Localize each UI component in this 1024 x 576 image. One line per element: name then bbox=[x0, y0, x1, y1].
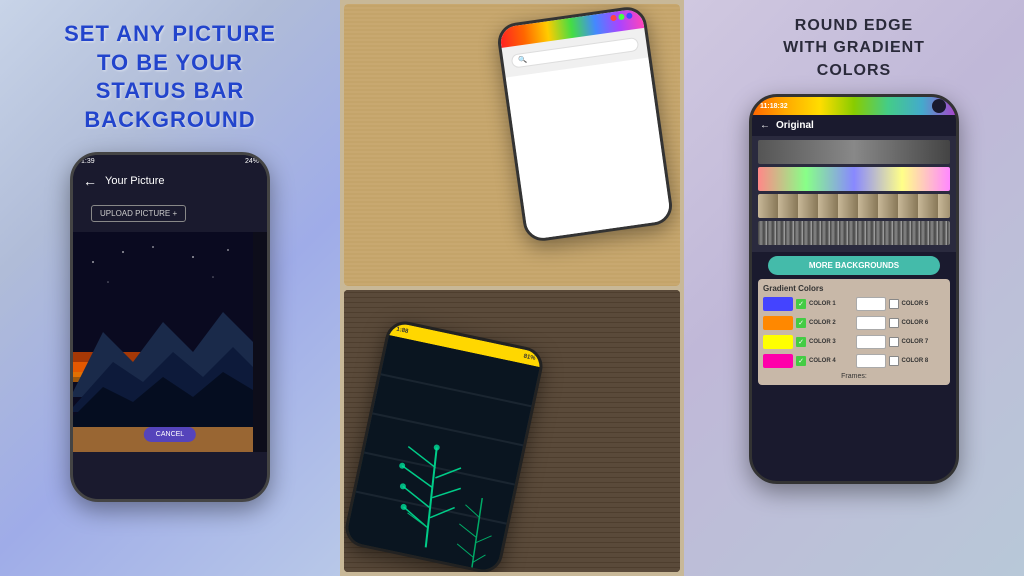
color-label-7: COLOR 7 bbox=[902, 339, 929, 345]
left-panel: SET ANY PICTURE TO BE YOUR STATUS BAR BA… bbox=[0, 0, 340, 576]
color-checkbox-3[interactable]: ✓ bbox=[796, 337, 806, 347]
color-row-3: ✓ COLOR 3 bbox=[763, 335, 853, 349]
middle-bottom-section: 1:88 81% bbox=[344, 290, 680, 572]
phone-header-right: ← Original bbox=[752, 115, 956, 136]
right-title-line2: WITH GRADIENT bbox=[783, 39, 925, 56]
color-checkbox-1[interactable]: ✓ bbox=[796, 299, 806, 309]
phone-camera-right bbox=[932, 99, 946, 113]
color-swatch-5 bbox=[856, 297, 886, 311]
color-checkbox-8[interactable] bbox=[889, 356, 899, 366]
color-swatch-6 bbox=[856, 316, 886, 330]
bg-option-3[interactable] bbox=[758, 194, 950, 218]
mountain-scene-svg bbox=[73, 232, 253, 452]
color-checkbox-7[interactable] bbox=[889, 337, 899, 347]
gradient-title: Gradient Colors bbox=[763, 284, 945, 293]
bg-options-container bbox=[752, 136, 956, 252]
middle-top-section: 🔍 bbox=[344, 4, 680, 286]
bg-option-2[interactable] bbox=[758, 167, 950, 191]
color-swatch-8 bbox=[856, 354, 886, 368]
color-label-4: COLOR 4 bbox=[809, 358, 836, 364]
phone-mock-middle-top: 🔍 bbox=[495, 5, 674, 244]
left-title-line2: TO BE YOUR bbox=[97, 50, 243, 75]
color-label-8: COLOR 8 bbox=[902, 358, 929, 364]
color-swatch-2 bbox=[763, 316, 793, 330]
left-title: SET ANY PICTURE TO BE YOUR STATUS BAR BA… bbox=[10, 20, 330, 134]
right-phone-mock: 11:18:32 ← Original MORE BACKGROUNDS Gra… bbox=[749, 94, 959, 484]
color-label-5: COLOR 5 bbox=[902, 301, 929, 307]
upload-picture-button[interactable]: UPLOAD PICTURE + bbox=[91, 205, 186, 222]
your-picture-label: Your Picture bbox=[105, 175, 165, 187]
color-row-4: ✓ COLOR 4 bbox=[763, 354, 853, 368]
upload-button-area[interactable]: UPLOAD PICTURE + bbox=[73, 195, 267, 232]
color-label-3: COLOR 3 bbox=[809, 339, 836, 345]
color-row-5: COLOR 5 bbox=[856, 297, 946, 311]
original-label: Original bbox=[776, 120, 814, 131]
color-swatch-1 bbox=[763, 297, 793, 311]
phone-time-left: 1:39 bbox=[81, 158, 95, 165]
right-title-line3: COLORS bbox=[817, 62, 891, 79]
color-row-8: COLOR 8 bbox=[856, 354, 946, 368]
right-panel: ROUND EDGE WITH GRADIENT COLORS 11:18:32… bbox=[684, 0, 1024, 576]
color-label-1: COLOR 1 bbox=[809, 301, 836, 307]
color-grid: ✓ COLOR 1 COLOR 5 ✓ COLOR 2 bbox=[763, 297, 945, 370]
back-arrow-left[interactable]: ← bbox=[83, 173, 97, 189]
back-arrow-right[interactable]: ← bbox=[760, 120, 770, 131]
cancel-button[interactable]: CANCEL bbox=[144, 427, 196, 442]
color-row-2: ✓ COLOR 2 bbox=[763, 316, 853, 330]
phone-header-left: ← Your Picture bbox=[73, 167, 267, 195]
color-swatch-7 bbox=[856, 335, 886, 349]
color-checkbox-6[interactable] bbox=[889, 318, 899, 328]
phone-battery-left: 24% bbox=[245, 158, 259, 165]
left-title-line1: SET ANY PICTURE bbox=[64, 21, 276, 46]
color-swatch-4 bbox=[763, 354, 793, 368]
more-backgrounds-button[interactable]: MORE BACKGROUNDS bbox=[768, 256, 940, 275]
color-label-6: COLOR 6 bbox=[902, 320, 929, 326]
color-checkbox-2[interactable]: ✓ bbox=[796, 318, 806, 328]
color-row-7: COLOR 7 bbox=[856, 335, 946, 349]
phone-time-right: 11:18:32 bbox=[760, 103, 788, 110]
right-title: ROUND EDGE WITH GRADIENT COLORS bbox=[783, 15, 925, 82]
color-label-2: COLOR 2 bbox=[809, 320, 836, 326]
bg-option-4[interactable] bbox=[758, 221, 950, 245]
gradient-section: Gradient Colors ✓ COLOR 1 COLOR 5 bbox=[758, 279, 950, 385]
middle-panel: 🔍 1:88 bbox=[340, 0, 684, 576]
color-row-6: COLOR 6 bbox=[856, 316, 946, 330]
right-title-line1: ROUND EDGE bbox=[795, 17, 913, 34]
color-checkbox-5[interactable] bbox=[889, 299, 899, 309]
more-backgrounds-container: MORE BACKGROUNDS bbox=[762, 256, 946, 275]
color-swatch-3 bbox=[763, 335, 793, 349]
left-title-line3: STATUS BAR BACKGROUND bbox=[84, 78, 255, 132]
color-checkbox-4[interactable]: ✓ bbox=[796, 356, 806, 366]
frames-label: Frames: bbox=[763, 373, 945, 380]
phone-content-left: CANCEL bbox=[73, 232, 267, 452]
bg-option-1[interactable] bbox=[758, 140, 950, 164]
color-row-1: ✓ COLOR 1 bbox=[763, 297, 853, 311]
left-phone-mock: 1:39 24% ← Your Picture UPLOAD PICTURE + bbox=[70, 152, 270, 502]
